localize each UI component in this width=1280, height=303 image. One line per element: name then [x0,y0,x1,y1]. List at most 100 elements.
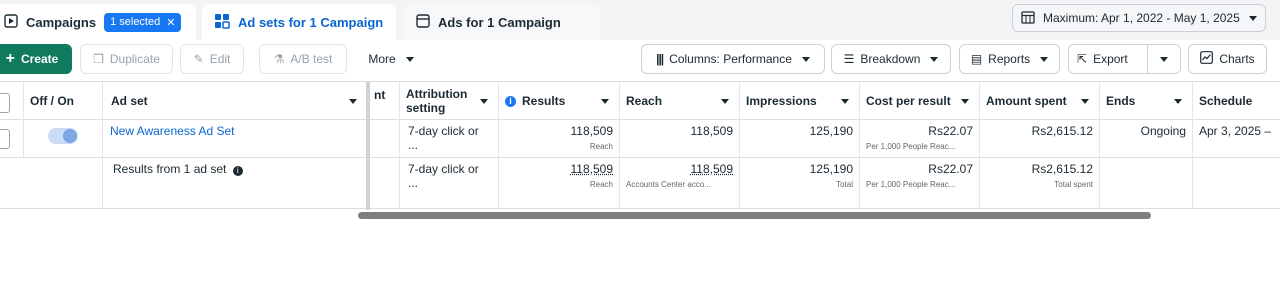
selected-count: 1 selected [110,16,161,28]
export-dropdown[interactable] [1147,45,1180,73]
amount-spent-cell: Rs2,615.12 [980,120,1100,157]
summary-results-sub: Reach [589,180,613,189]
edit-button[interactable]: ✎ Edit [180,44,244,74]
col-schedule[interactable]: Schedule [1193,82,1280,120]
frozen-column-divider [366,82,370,210]
col-ad-set[interactable]: Ad set [103,82,368,120]
tab-campaigns[interactable]: Campaigns 1 selected ✕ [0,4,196,40]
chevron-down-icon [1040,56,1049,62]
row-checkbox[interactable] [0,129,10,149]
col-truncated-label: nt [374,88,386,102]
on-off-toggle[interactable] [48,128,78,144]
close-icon[interactable]: ✕ [166,16,175,29]
schedule-cell: Apr 3, 2025 – [1199,124,1272,138]
cost-per-result-cell: Rs22.07 Per 1,000 People Reac... [860,120,980,157]
summary-row: Results from 1 ad set i 7-day click or .… [0,158,1280,209]
chart-icon [1200,51,1214,67]
ab-test-button[interactable]: ⚗ A/B test [259,44,347,74]
summary-blank-2 [24,158,103,208]
selected-pill[interactable]: 1 selected ✕ [104,12,182,32]
tab-ads-label: Ads for 1 Campaign [438,14,561,30]
chevron-down-icon [1160,56,1168,62]
truncated-cell [368,120,400,157]
more-label: More [368,52,396,66]
breakdown-label: Breakdown [860,52,921,66]
summary-impressions-cell: 125,190 Total [740,158,860,208]
summary-reach-sub: Accounts Center acco... [626,180,711,189]
col-results-label: Results [522,94,566,108]
calendar-icon [1021,10,1035,27]
chevron-down-icon [801,56,810,62]
chevron-down-icon [1249,15,1257,21]
col-cost-per-result-label: Cost per result [866,94,951,108]
col-amount-spent[interactable]: Amount spent [980,82,1100,120]
summary-amount-sub: Total spent [1054,180,1093,189]
select-all-cell [0,82,24,120]
summary-schedule-cell [1193,158,1280,208]
reports-button[interactable]: ▤ Reports [959,44,1060,74]
col-reach[interactable]: Reach [620,82,740,120]
info-icon[interactable]: i [232,165,243,176]
col-impressions[interactable]: Impressions [740,82,860,120]
summary-cost-sub: Per 1,000 People Reac... [866,180,956,189]
col-ad-set-label: Ad set [111,94,148,108]
reports-icon: ▤ [970,52,983,66]
columns-button[interactable]: ||| Columns: Performance [641,44,825,74]
summary-ends-cell [1100,158,1193,208]
more-button[interactable]: More [356,44,426,74]
col-ends[interactable]: Ends [1100,82,1193,120]
chevron-down-icon [961,99,969,104]
col-off-on[interactable]: Off / On [24,82,103,120]
ad-set-link[interactable]: New Awareness Ad Set [110,124,235,138]
results-cell: 118,509 Reach [499,120,620,157]
row-select-cell [0,120,24,157]
create-button[interactable]: + Create [0,44,72,74]
plus-icon: + [5,50,15,67]
chevron-down-icon [1174,99,1182,104]
export-icon: ⇱ [1077,52,1088,66]
duplicate-button[interactable]: ❐ Duplicate [80,44,173,74]
table-row[interactable]: New Awareness Ad Set 7-day click or ... … [0,120,1280,158]
col-attribution[interactable]: Attribution setting [400,82,499,120]
chevron-down-icon [480,99,488,104]
tab-adsets[interactable]: Ad sets for 1 Campaign [202,4,396,40]
col-reach-label: Reach [626,94,663,108]
summary-cost-cell: Rs22.07 Per 1,000 People Reac... [860,158,980,208]
tab-adsets-label: Ad sets for 1 Campaign [238,14,384,30]
chevron-down-icon [349,99,357,104]
summary-results-value: 118,509 [570,162,614,176]
impressions-cell: 125,190 [740,120,860,157]
chevron-down-icon [841,99,849,104]
date-range-button[interactable]: Maximum: Apr 1, 2022 - May 1, 2025 [1012,4,1266,32]
summary-results-cell: 118,509 Reach [499,158,620,208]
toolbar: + Create ❐ Duplicate ✎ Edit ⚗ A/B test M… [0,40,1280,80]
horizontal-scrollbar[interactable] [358,212,1151,219]
summary-impressions-sub: Total [836,180,853,189]
summary-truncated-cell [368,158,400,208]
summary-label-cell: Results from 1 ad set i [103,158,368,208]
table-header: Off / On Ad set nt Attribution setting i… [0,81,1280,120]
create-label: Create [20,52,59,66]
select-all-checkbox[interactable] [0,93,10,113]
ads-icon [416,13,430,31]
col-schedule-label: Schedule [1199,94,1253,108]
duplicate-label: Duplicate [109,52,160,66]
info-icon[interactable]: i [505,95,516,107]
col-amount-spent-label: Amount spent [986,94,1067,108]
summary-reach-cell: 118,509 Accounts Center acco... [620,158,740,208]
col-results[interactable]: i Results [499,82,620,120]
edit-label: Edit [209,52,231,66]
breakdown-button[interactable]: ☰ Breakdown [831,44,951,74]
chevron-down-icon [721,99,729,104]
export-button[interactable]: ⇱ Export [1068,44,1181,74]
flask-icon: ⚗ [273,52,285,66]
col-truncated[interactable]: nt [368,82,400,120]
charts-button[interactable]: Charts [1188,44,1267,74]
cost-value: Rs22.07 [928,124,973,138]
chevron-down-icon [405,56,414,62]
col-cost-per-result[interactable]: Cost per result [860,82,980,120]
reach-cell: 118,509 [620,120,740,157]
charts-label: Charts [1219,52,1255,66]
tab-ads[interactable]: Ads for 1 Campaign [404,4,600,40]
col-off-on-label: Off / On [30,94,74,108]
